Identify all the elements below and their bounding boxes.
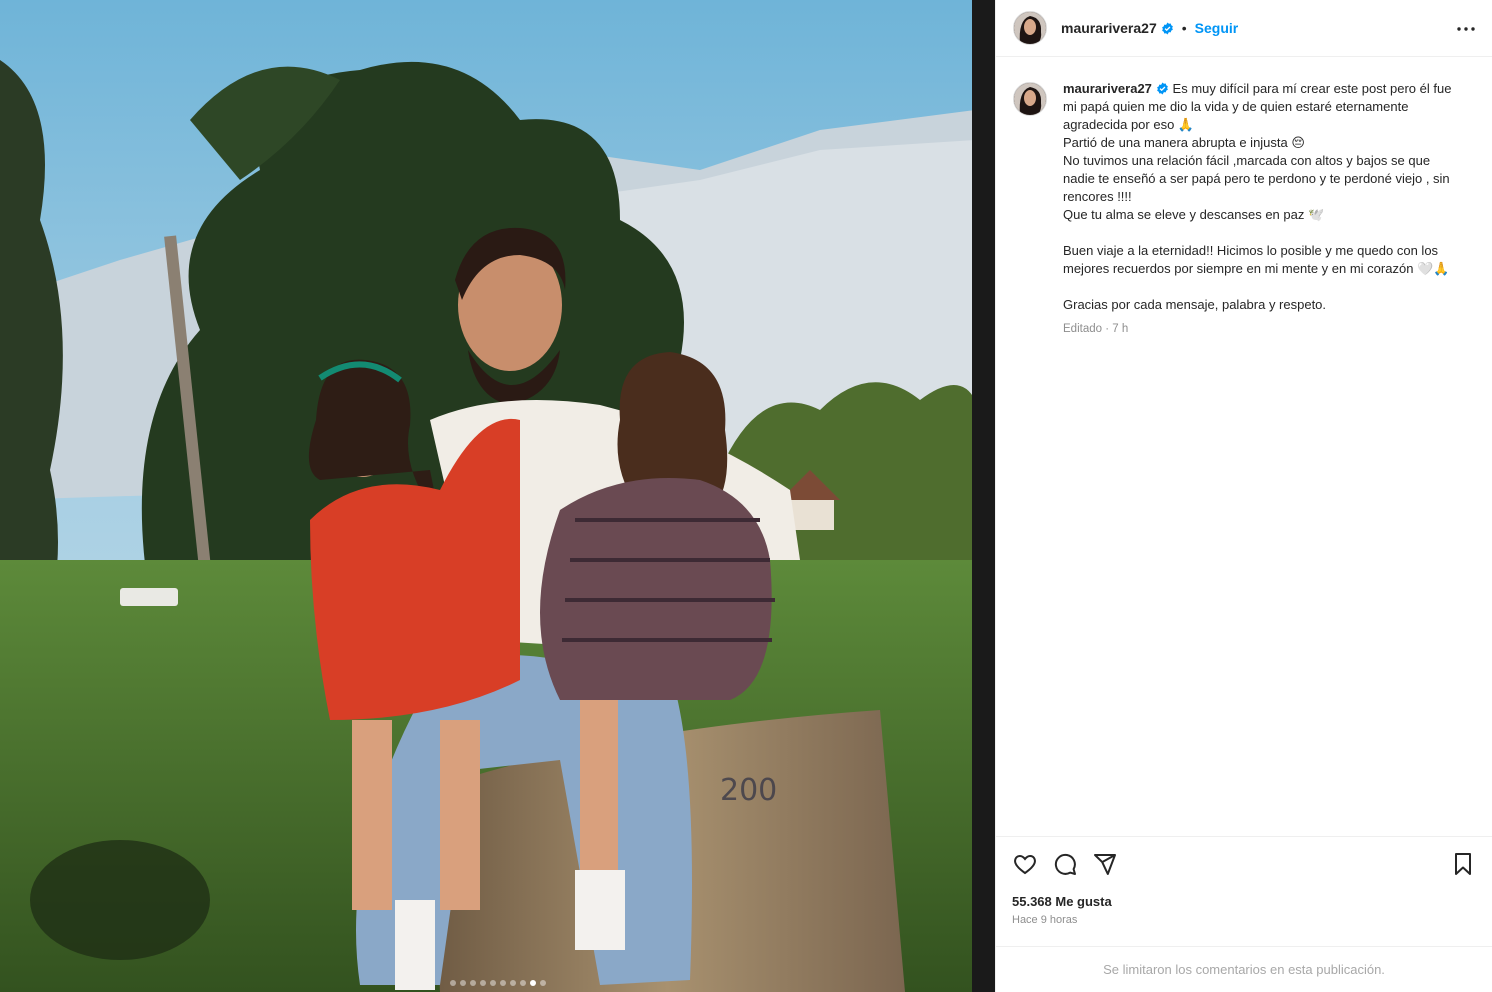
share-icon[interactable]	[1092, 851, 1118, 877]
carousel-dot	[519, 980, 526, 986]
caption-line: Gracias por cada mensaje, palabra y resp…	[1063, 297, 1327, 312]
caption-line: rencores !!!!	[1063, 189, 1132, 204]
bookmark-icon[interactable]	[1450, 851, 1476, 877]
caption-line: mi papá quien me dio la vida y de quien …	[1063, 99, 1409, 114]
caption-line: nadie te enseñó a ser papá pero te perdo…	[1063, 171, 1450, 186]
post-details-panel: maurarivera27 • Seguir maurarivera27 Es …	[995, 0, 1492, 992]
carousel-dot	[509, 980, 516, 986]
caption-line: Partió de una manera abrupta e injusta 😔	[1063, 135, 1305, 150]
post-timestamp[interactable]: Hace 9 horas	[1012, 914, 1476, 926]
post-actions: 55.368 Me gusta Hace 9 horas	[996, 836, 1492, 946]
carousel-dot	[449, 980, 456, 986]
carousel-dot	[459, 980, 466, 986]
caption-line: mejores recuerdos por siempre en mi ment…	[1063, 261, 1450, 276]
caption-line: Que tu alma se eleve y descanses en paz …	[1063, 207, 1325, 222]
avatar[interactable]	[1013, 11, 1047, 45]
post-header: maurarivera27 • Seguir	[996, 0, 1492, 57]
action-icons-bar	[1012, 837, 1476, 891]
more-horizontal-icon[interactable]	[1454, 19, 1478, 39]
avatar[interactable]	[1013, 82, 1047, 116]
username-link[interactable]: maurarivera27	[1061, 20, 1157, 36]
svg-text:200: 200	[720, 773, 777, 808]
caption-line: No tuvimos una relación fácil ,marcada c…	[1063, 153, 1431, 168]
verified-badge-icon	[1161, 22, 1174, 35]
verified-badge-icon	[1156, 82, 1169, 95]
comments-limited-notice: Se limitaron los comentarios en esta pub…	[996, 946, 1492, 992]
carousel-dot	[479, 980, 486, 986]
caption-line: agradecida por eso 🙏	[1063, 117, 1195, 132]
heart-icon[interactable]	[1012, 851, 1038, 877]
edited-timestamp: Editado · 7 h	[1063, 323, 1129, 335]
comments-scroll-area[interactable]: maurarivera27 Es muy difícil para mí cre…	[996, 58, 1492, 836]
post-photo[interactable]: 200	[0, 0, 995, 992]
comment-icon[interactable]	[1052, 851, 1078, 877]
caption-text: maurarivera27 Es muy difícil para mí cre…	[1063, 80, 1480, 338]
carousel-dot	[499, 980, 506, 986]
separator-dot: •	[1181, 20, 1187, 36]
carousel-dot-active	[529, 980, 536, 986]
caption-line: Buen viaje a la eternidad!! Hicimos lo p…	[1063, 243, 1439, 258]
carousel-indicator	[0, 980, 995, 986]
carousel-dot	[469, 980, 476, 986]
family-photo-image: 200	[0, 0, 995, 992]
carousel-dot	[489, 980, 496, 986]
caption-username-link[interactable]: maurarivera27	[1063, 81, 1152, 96]
caption: maurarivera27 Es muy difícil para mí cre…	[1013, 80, 1480, 338]
follow-button[interactable]: Seguir	[1195, 20, 1239, 36]
likes-count[interactable]: 55.368 Me gusta	[1012, 894, 1476, 909]
caption-line: maurarivera27 Es muy difícil para mí cre…	[1063, 80, 1480, 98]
caption-text-segment: Es muy difícil para mí crear este post p…	[1172, 81, 1452, 96]
carousel-dot	[539, 980, 546, 986]
